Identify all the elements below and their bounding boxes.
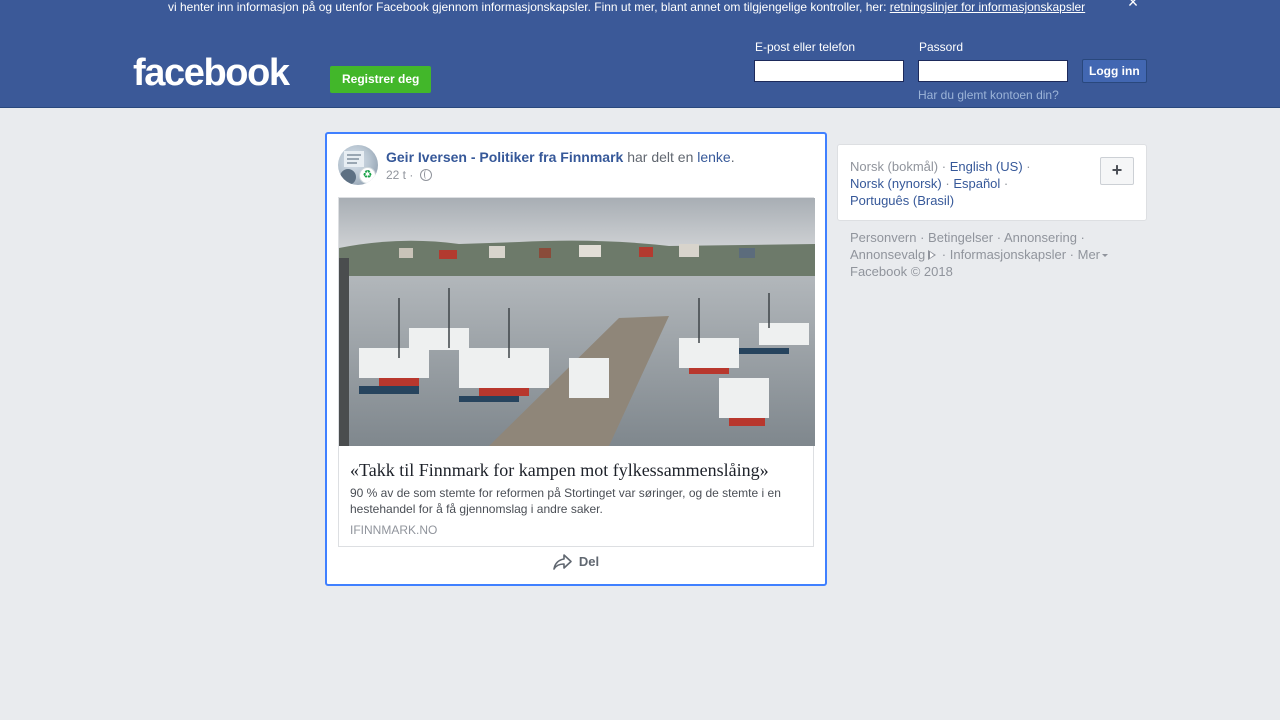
footer-link-informasjonskapsler[interactable]: Informasjonskapsler	[950, 247, 1066, 262]
footer-link-mer[interactable]: Mer	[1078, 247, 1100, 262]
meta-separator: ·	[406, 168, 417, 182]
language-selector: Norsk (bokmål) · English (US) · Norsk (ny…	[837, 144, 1147, 221]
avatar[interactable]: ♻	[338, 145, 378, 185]
post-time[interactable]: 22 t	[386, 168, 406, 182]
link-description: 90 % av de som stemte for reformen på St…	[350, 486, 781, 516]
share-button[interactable]: Del	[553, 552, 599, 572]
cookie-policy-link[interactable]: retningslinjer for informasjonskapsler	[890, 0, 1085, 14]
language-norsk-nynorsk[interactable]: Norsk (nynorsk)	[850, 176, 942, 191]
register-button[interactable]: Registrer deg	[330, 66, 432, 93]
adchoices-icon	[928, 250, 937, 260]
link-preview[interactable]: «Takk til Finnmark for kampen mot fylkes…	[338, 197, 815, 547]
language-espanol[interactable]: Español	[953, 176, 1000, 191]
close-icon[interactable]: ×	[1124, 0, 1142, 11]
share-label: Del	[578, 554, 600, 569]
language-english-us[interactable]: English (US)	[950, 159, 1023, 174]
footer-link-annonsevalg[interactable]: Annonsevalg	[850, 247, 925, 262]
cookie-text: vi henter inn informasjon på og utenfor …	[168, 0, 1085, 14]
footer-link-annonsering[interactable]: Annonsering	[1004, 230, 1077, 245]
add-language-button[interactable]: +	[1100, 157, 1134, 185]
cookie-message: vi henter inn informasjon på og utenfor …	[168, 0, 890, 14]
forgot-account-link[interactable]: Har du glemt kontoen din?	[918, 88, 1059, 102]
header: facebook Registrer deg E-post eller tele…	[0, 25, 1280, 108]
login-button[interactable]: Logg inn	[1082, 59, 1147, 83]
email-label: E-post eller telefon	[755, 40, 856, 54]
language-list: Norsk (bokmål) · English (US) · Norsk (ny…	[850, 159, 1031, 208]
action-bar: Del	[327, 552, 825, 582]
period: .	[730, 149, 735, 165]
caret-down-icon	[1102, 254, 1109, 257]
cookie-banner: vi henter inn informasjon på og utenfor …	[0, 0, 1280, 25]
link-title[interactable]: «Takk til Finnmark for kampen mot fylkes…	[350, 459, 806, 481]
footer-links: Personvern · Betingelser · Annonsering ·…	[850, 229, 1140, 280]
post-header: Geir Iversen - Politiker fra Finnmark ha…	[386, 148, 735, 166]
post-card: ♻ Geir Iversen - Politiker fra Finnmark …	[325, 132, 827, 586]
footer-link-personvern[interactable]: Personvern	[850, 230, 916, 245]
footer-link-betingelser[interactable]: Betingelser	[928, 230, 993, 245]
facebook-logo[interactable]: facebook	[133, 53, 290, 93]
author-link[interactable]: Geir Iversen - Politiker fra Finnmark	[386, 149, 623, 165]
link-image[interactable]	[339, 198, 815, 446]
post-meta: 22 t ·	[386, 168, 432, 182]
globe-icon	[419, 169, 432, 181]
copyright: Facebook © 2018	[850, 264, 953, 279]
language-current: Norsk (bokmål)	[850, 159, 939, 174]
share-icon	[553, 554, 572, 570]
link-word[interactable]: lenke	[697, 149, 730, 165]
shared-text: har delt en	[623, 149, 698, 165]
password-label: Passord	[919, 40, 964, 54]
recycle-icon: ♻	[359, 167, 376, 184]
language-portugues-brasil[interactable]: Português (Brasil)	[850, 193, 954, 208]
email-field[interactable]	[754, 60, 904, 82]
link-domain: IFINNMARK.NO	[350, 523, 438, 537]
harbor-photo	[339, 198, 815, 446]
password-field[interactable]	[918, 60, 1068, 82]
